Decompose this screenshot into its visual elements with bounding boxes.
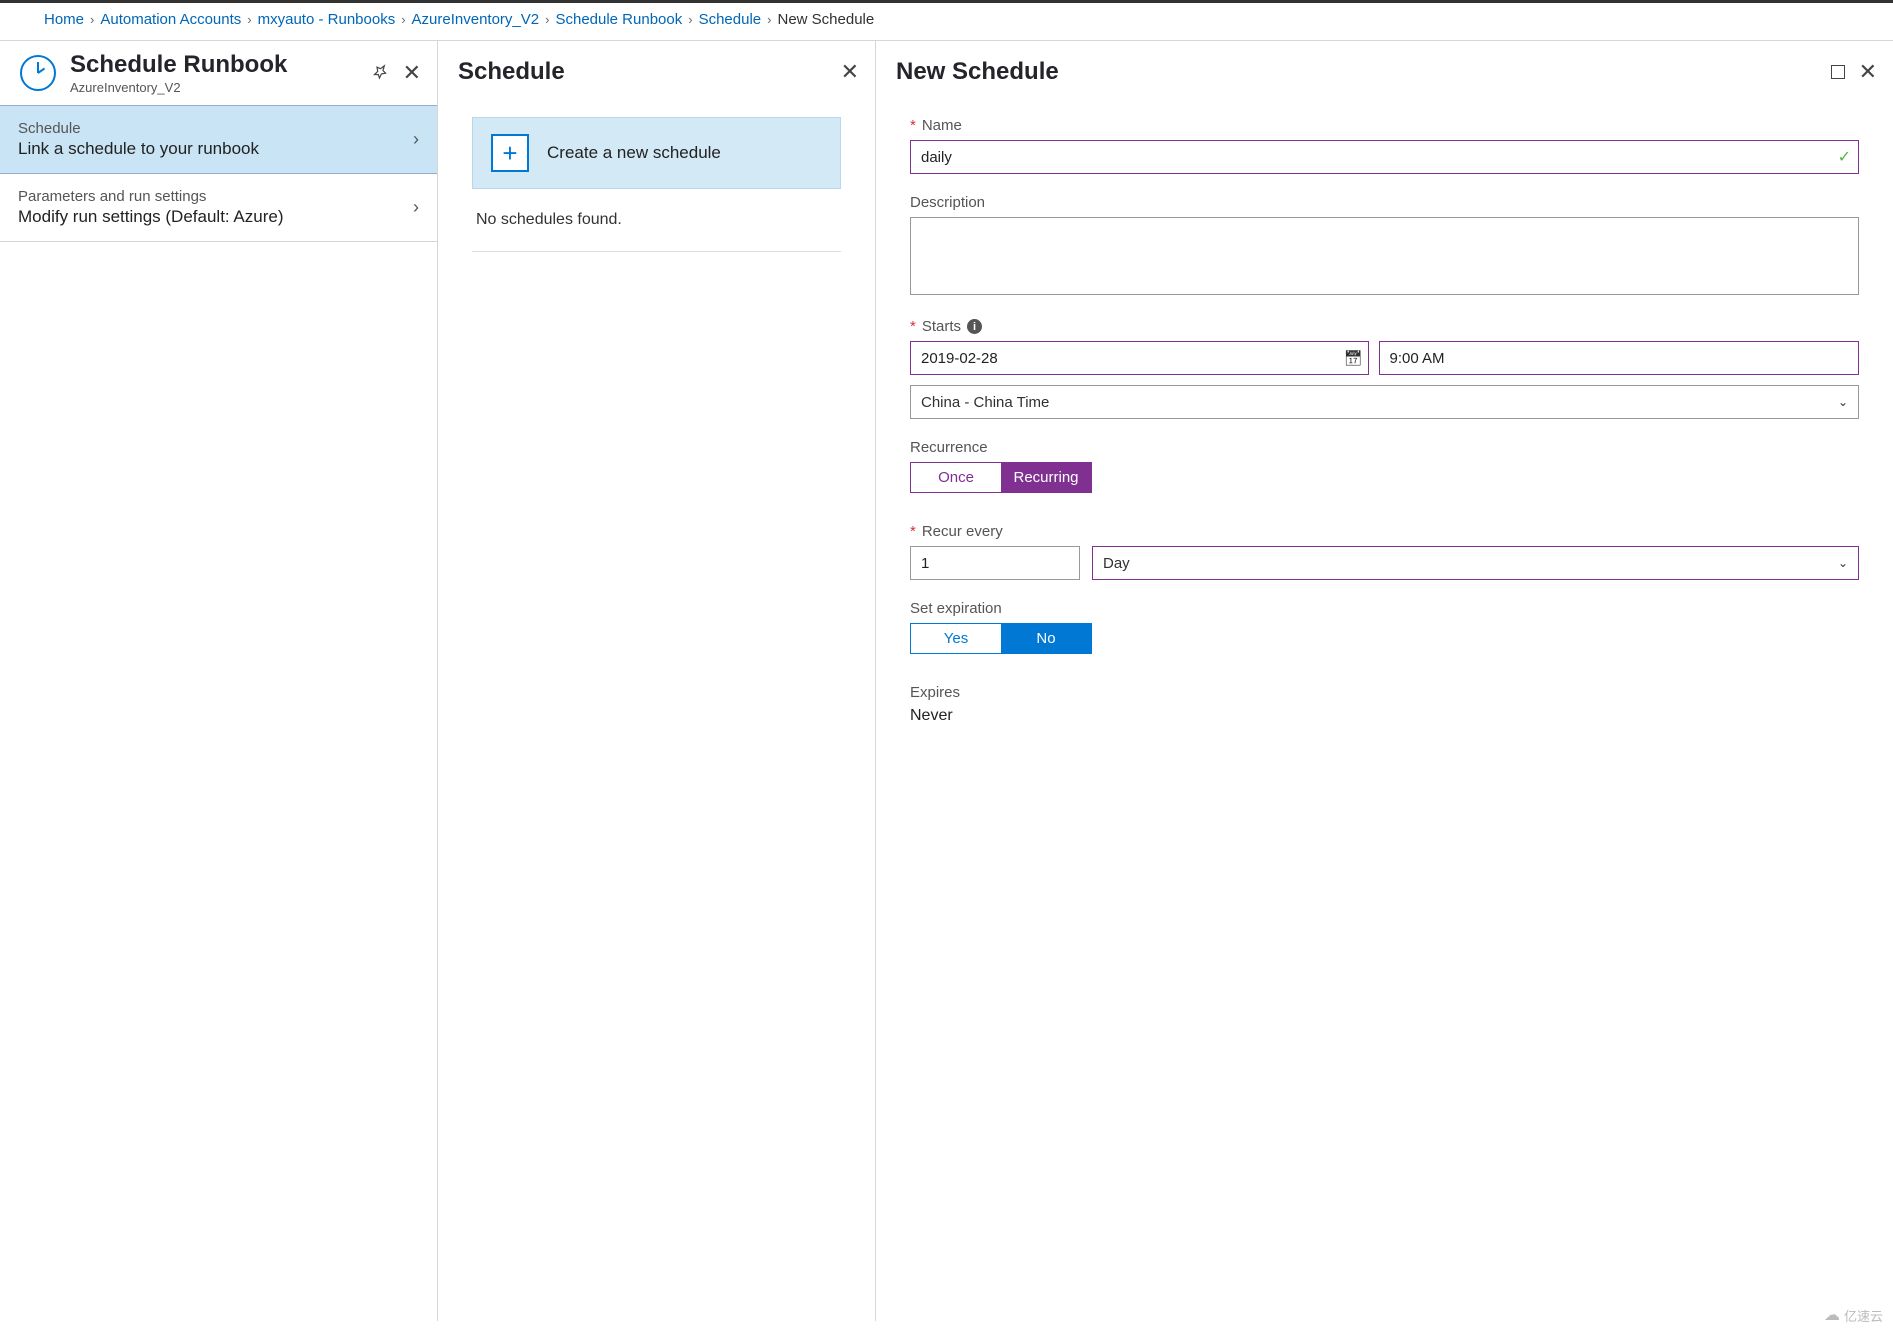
calendar-icon[interactable]: 📅︎ — [1343, 349, 1362, 367]
check-icon: ✓ — [1838, 147, 1851, 167]
panel-title: New Schedule — [896, 58, 1831, 86]
panel-schedule-runbook: Schedule Runbook AzureInventory_V2 ✕ Sch… — [0, 41, 438, 1321]
row-title: Parameters and run settings — [18, 188, 284, 205]
no-schedules-text: No schedules found. — [472, 189, 841, 252]
clock-icon — [20, 55, 56, 91]
starts-label: Starts — [922, 318, 961, 335]
breadcrumb-link[interactable]: AzureInventory_V2 — [412, 11, 540, 28]
expiration-label: Set expiration — [910, 600, 1002, 617]
breadcrumb-link[interactable]: Home — [44, 11, 84, 28]
row-title: Schedule — [18, 120, 259, 137]
panel-schedule: Schedule ✕ + Create a new schedule No sc… — [438, 41, 876, 1321]
chevron-right-icon: › — [545, 12, 549, 27]
expiration-no[interactable]: No — [1001, 624, 1091, 653]
expiration-toggle: Yes No — [910, 623, 1092, 654]
recur-unit-select[interactable]: Day ⌄ — [1092, 546, 1859, 580]
description-label: Description — [910, 194, 985, 211]
create-schedule-tile[interactable]: + Create a new schedule — [472, 117, 841, 189]
row-desc: Link a schedule to your runbook — [18, 139, 259, 159]
recurrence-label: Recurrence — [910, 439, 988, 456]
recur-value-input[interactable] — [910, 546, 1080, 580]
chevron-right-icon: › — [247, 12, 251, 27]
breadcrumb-link[interactable]: Schedule Runbook — [555, 11, 682, 28]
close-icon[interactable]: ✕ — [1859, 59, 1877, 85]
panel-title: Schedule Runbook — [70, 51, 371, 79]
row-desc: Modify run settings (Default: Azure) — [18, 207, 284, 227]
breadcrumb-link[interactable]: Schedule — [699, 11, 762, 28]
name-input[interactable] — [910, 140, 1859, 174]
breadcrumb-current: New Schedule — [777, 11, 874, 28]
chevron-right-icon: › — [90, 12, 94, 27]
pin-icon[interactable] — [371, 63, 389, 84]
info-icon[interactable]: i — [967, 319, 982, 334]
recur-unit-value: Day — [1103, 555, 1130, 572]
name-label: Name — [922, 117, 962, 134]
description-input[interactable] — [910, 217, 1859, 295]
recurrence-once[interactable]: Once — [911, 463, 1001, 492]
start-date-input[interactable] — [910, 341, 1369, 375]
expires-label: Expires — [910, 684, 960, 701]
breadcrumb-link[interactable]: Automation Accounts — [100, 11, 241, 28]
maximize-icon[interactable] — [1831, 65, 1845, 79]
recurrence-recurring[interactable]: Recurring — [1001, 463, 1091, 492]
watermark: ☁ 亿速云 — [1824, 1305, 1883, 1325]
chevron-right-icon: › — [401, 12, 405, 27]
cloud-icon: ☁ — [1824, 1305, 1840, 1325]
chevron-down-icon: ⌄ — [1838, 556, 1848, 570]
panel-subtitle: AzureInventory_V2 — [70, 80, 371, 95]
chevron-right-icon: › — [413, 197, 419, 218]
close-icon[interactable]: ✕ — [403, 60, 421, 86]
start-time-input[interactable] — [1379, 341, 1860, 375]
chevron-right-icon: › — [413, 129, 419, 150]
row-parameters[interactable]: Parameters and run settings Modify run s… — [0, 174, 437, 242]
chevron-down-icon: ⌄ — [1838, 395, 1848, 409]
recur-every-label: Recur every — [922, 523, 1003, 540]
panel-new-schedule: New Schedule ✕ *Name ✓ Description *Star… — [876, 41, 1893, 1321]
close-icon[interactable]: ✕ — [841, 59, 859, 85]
panel-title: Schedule — [458, 58, 841, 86]
breadcrumb: Home › Automation Accounts › mxyauto - Run… — [0, 3, 1893, 40]
breadcrumb-link[interactable]: mxyauto - Runbooks — [258, 11, 396, 28]
expiration-yes[interactable]: Yes — [911, 624, 1001, 653]
create-schedule-label: Create a new schedule — [547, 143, 721, 163]
chevron-right-icon: › — [767, 12, 771, 27]
row-schedule[interactable]: Schedule Link a schedule to your runbook… — [0, 105, 437, 174]
timezone-value: China - China Time — [921, 394, 1049, 411]
recurrence-toggle: Once Recurring — [910, 462, 1092, 493]
timezone-select[interactable]: China - China Time ⌄ — [910, 385, 1859, 419]
chevron-right-icon: › — [688, 12, 692, 27]
plus-icon: + — [491, 134, 529, 172]
expires-value: Never — [910, 707, 1859, 725]
